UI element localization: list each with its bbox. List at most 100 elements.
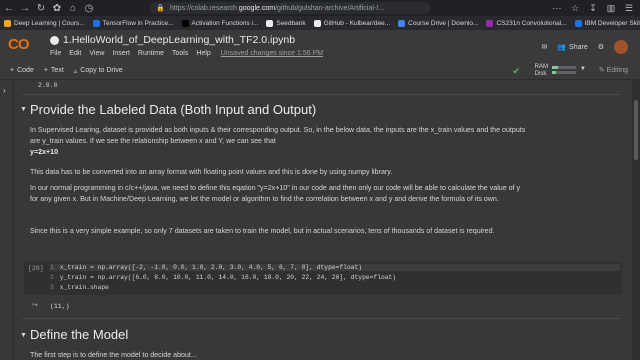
code-text: x_train.shape bbox=[59, 284, 109, 291]
menu-insert[interactable]: Insert bbox=[112, 50, 130, 57]
editing-label: Editing bbox=[606, 67, 628, 74]
line-number: 1 bbox=[50, 264, 54, 271]
menu-file[interactable]: File bbox=[50, 50, 61, 57]
menu-tools[interactable]: Tools bbox=[172, 50, 188, 57]
bookmark-label: IBM Developer Skills N... bbox=[584, 19, 640, 27]
bookmark-label: CS231n Convolutional... bbox=[496, 19, 567, 27]
line-number: 2 bbox=[50, 274, 54, 281]
bookmark-favicon-icon bbox=[313, 19, 321, 27]
divider bbox=[22, 318, 620, 319]
home-icon[interactable]: ⌂ bbox=[66, 1, 80, 15]
forward-icon[interactable]: → bbox=[18, 1, 32, 15]
menu-view[interactable]: View bbox=[89, 50, 104, 57]
colab-logo[interactable]: CO bbox=[8, 36, 29, 53]
scrollbar[interactable] bbox=[632, 80, 640, 360]
ram-bar bbox=[552, 66, 576, 69]
bookmark-item[interactable]: Seedbank bbox=[266, 19, 306, 27]
logo-text: CO bbox=[8, 36, 29, 53]
code-line-2[interactable]: 2 y_train = np.array([6.0, 8.0, 10.0, 11… bbox=[50, 274, 396, 281]
bookmark-label: Activation Functions i... bbox=[191, 19, 259, 27]
line-number: 3 bbox=[50, 284, 54, 291]
reload-icon[interactable]: ↻ bbox=[34, 1, 48, 15]
previous-output: 2.0.0 bbox=[38, 82, 58, 89]
notebook-content: 2.0.0 ▼ Provide the Labeled Data (Both I… bbox=[14, 80, 632, 360]
browser-toolbar: ← → ↻ ✿ ⌂ ◷ 🔒 https://colab.research. goo… bbox=[0, 0, 640, 16]
share-label: Share bbox=[569, 43, 588, 51]
bookmark-item[interactable]: TensorFlow in Practice... bbox=[92, 19, 174, 27]
code-line-1[interactable]: 1 x_train = np.array([-2, -1.0, 0.0, 1.0… bbox=[50, 264, 620, 271]
share-button[interactable]: 👥 Share bbox=[557, 43, 588, 52]
output-options-icon[interactable]: ↪ bbox=[32, 301, 38, 309]
menu-edit[interactable]: Edit bbox=[69, 50, 81, 57]
back-icon[interactable]: ← bbox=[2, 1, 16, 15]
unsaved-changes-link[interactable]: Unsaved changes since 1:56 PM bbox=[221, 50, 323, 57]
lock-icon: 🔒 bbox=[156, 5, 165, 12]
menu-help[interactable]: Help bbox=[196, 50, 210, 57]
paragraph-programming: In our normal programming in c/c++/java,… bbox=[30, 184, 521, 203]
execution-count[interactable]: [20] bbox=[28, 265, 44, 272]
add-code-label: Code bbox=[17, 67, 34, 74]
resources-dropdown-icon[interactable]: ▼ bbox=[580, 66, 586, 72]
ram-label: RAM bbox=[534, 64, 548, 70]
add-text-button[interactable]: + Text bbox=[44, 67, 64, 74]
bookmark-star-icon[interactable]: ☆ bbox=[568, 1, 582, 15]
disk-bar bbox=[552, 71, 576, 74]
menu-dots-icon[interactable]: ⋯ bbox=[550, 1, 564, 15]
bookmark-label: Seedbank bbox=[276, 19, 306, 27]
collapse-section-icon[interactable]: ▼ bbox=[20, 106, 27, 113]
divider bbox=[22, 94, 620, 95]
collapse-section-icon[interactable]: ▼ bbox=[20, 332, 27, 339]
extension-icon[interactable]: ✿ bbox=[50, 1, 64, 15]
bookmark-item[interactable]: Deep Learning | Cours... bbox=[4, 19, 85, 27]
bookmark-label: Deep Learning | Cours... bbox=[14, 19, 85, 27]
notebook-title[interactable]: 1.HelloWorld_of_DeepLearning_with_TF2.0.… bbox=[50, 34, 295, 46]
formula-text: y=2x+10 bbox=[30, 148, 59, 156]
add-code-button[interactable]: + Code bbox=[10, 67, 34, 74]
bookmark-item[interactable]: IBM Developer Skills N... bbox=[574, 19, 640, 27]
cell-output: (11,) bbox=[50, 303, 70, 310]
avatar[interactable] bbox=[614, 40, 628, 54]
disk-label: Disk bbox=[534, 70, 547, 77]
browser-menu-icon[interactable]: ☰ bbox=[622, 1, 636, 15]
url-rest: /github/gulshan-archive/Artificial-I... bbox=[275, 4, 385, 12]
bookmark-favicon-icon bbox=[398, 19, 406, 27]
bookmark-favicon-icon bbox=[92, 19, 100, 27]
notebook-toolbar: + Code + Text ▵ Copy to Drive ✔ RAM Disk ▼ … bbox=[0, 62, 640, 80]
copy-to-drive-button[interactable]: ▵ Copy to Drive bbox=[74, 67, 123, 75]
history-icon[interactable]: ◷ bbox=[82, 1, 96, 15]
menu-runtime[interactable]: Runtime bbox=[138, 50, 164, 57]
scrollbar-thumb[interactable] bbox=[634, 100, 638, 160]
bookmarks-bar: Deep Learning | Cours... TensorFlow in Pr… bbox=[0, 16, 640, 30]
bookmark-favicon-icon bbox=[574, 19, 582, 27]
bookmark-favicon-icon bbox=[181, 19, 189, 27]
code-text: x_train = np.array([-2, -1.0, 0.0, 1.0, … bbox=[59, 264, 363, 271]
downloads-icon[interactable]: ↧ bbox=[586, 1, 600, 15]
plus-icon: + bbox=[43, 67, 48, 74]
drive-icon: ▵ bbox=[73, 67, 78, 75]
ram-disk-labels[interactable]: RAM Disk bbox=[535, 64, 548, 77]
code-cell[interactable]: [20] 1 x_train = np.array([-2, -1.0, 0.0… bbox=[24, 262, 622, 295]
paragraph-datasets: Since this is a very simple example, so … bbox=[30, 227, 495, 235]
add-text-label: Text bbox=[50, 67, 64, 74]
bookmark-label: Course Drive | Downlo... bbox=[408, 19, 479, 27]
bookmark-item[interactable]: CS231n Convolutional... bbox=[486, 19, 567, 27]
code-text: y_train = np.array([6.0, 8.0, 10.0, 11.0… bbox=[59, 274, 397, 281]
code-line-3[interactable]: 3 x_train.shape bbox=[50, 284, 109, 291]
disk-bar-fill bbox=[552, 71, 556, 74]
notebook-title-text: 1.HelloWorld_of_DeepLearning_with_TF2.0.… bbox=[63, 34, 296, 46]
section-heading-define-model: Define the Model bbox=[30, 327, 129, 342]
section-heading-labeled-data: Provide the Labeled Data (Both Input and… bbox=[30, 102, 317, 117]
bookmark-item[interactable]: GitHub - Kulbear/dee... bbox=[313, 19, 390, 27]
bookmark-favicon-icon bbox=[486, 19, 494, 27]
left-sidebar: › bbox=[0, 80, 14, 360]
resource-bars[interactable] bbox=[552, 66, 576, 76]
menu-bar: File Edit View Insert Runtime Tools Help… bbox=[50, 50, 331, 57]
bookmark-item[interactable]: Activation Functions i... bbox=[181, 19, 259, 27]
settings-gear-icon[interactable]: ⚙ bbox=[598, 43, 604, 51]
comment-icon[interactable]: ✉ bbox=[541, 43, 547, 51]
expand-sidebar-icon[interactable]: › bbox=[3, 86, 6, 95]
editing-mode-button[interactable]: ✎ Editing bbox=[599, 66, 628, 74]
library-icon[interactable]: ▥ bbox=[604, 1, 618, 15]
bookmark-item[interactable]: Course Drive | Downlo... bbox=[398, 19, 479, 27]
address-bar[interactable]: 🔒 https://colab.research. google.com/gith… bbox=[150, 2, 430, 14]
